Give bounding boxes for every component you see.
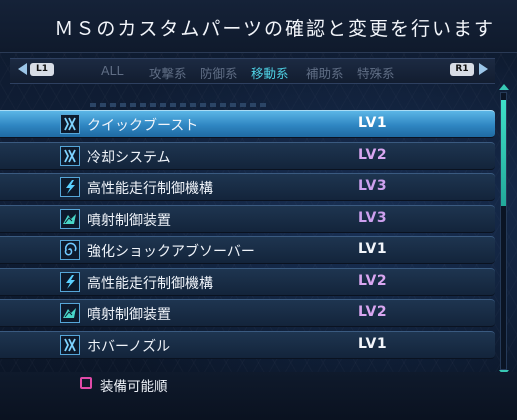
scroll-up-icon[interactable] (499, 84, 509, 90)
part-level: LV1 (358, 241, 388, 257)
lightning-icon (60, 271, 80, 292)
tab-attack[interactable]: 攻撃系 (149, 63, 187, 82)
part-name: 噴射制御装置 (87, 307, 171, 323)
scrollbar-thumb[interactable] (501, 100, 506, 206)
part-level: LV1 (358, 115, 388, 131)
wing-icon (60, 303, 80, 323)
part-level: LV2 (358, 304, 388, 320)
part-level: LV2 (358, 272, 388, 289)
wing-icon (60, 208, 80, 229)
part-name: 噴射制御装置 (87, 212, 171, 229)
part-name: 強化ショックアブソーバー (87, 244, 255, 260)
l1-button-icon[interactable]: L1 (30, 63, 54, 76)
thruster-icon (60, 334, 80, 355)
tab-support[interactable]: 補助系 (306, 63, 344, 82)
lightning-icon (60, 177, 80, 197)
square-button-icon[interactable] (80, 377, 92, 389)
part-level: LV3 (358, 209, 388, 226)
spiral-icon (60, 240, 80, 260)
tab-next-arrow-icon[interactable] (479, 63, 488, 75)
part-row[interactable]: 高性能走行制御機構 LV2 (0, 267, 495, 296)
part-row[interactable]: 強化ショックアブソーバー LV1 (0, 236, 495, 264)
part-row[interactable]: ホバーノズル LV1 (0, 330, 495, 359)
page-title: ＭＳのカスタムパーツの確認と変更を行います (54, 18, 495, 40)
tab-special[interactable]: 特殊系 (357, 63, 395, 82)
part-row[interactable]: 噴射制御装置 LV2 (0, 299, 495, 327)
part-name: ホバーノズル (87, 338, 171, 355)
part-row[interactable]: 高性能走行制御機構 LV3 (0, 173, 495, 201)
header-bar: ＭＳのカスタムパーツの確認と変更を行います (0, 0, 517, 53)
footer-bar (0, 372, 517, 420)
part-level: LV2 (358, 146, 388, 163)
r1-button-icon[interactable]: R1 (450, 63, 474, 76)
part-row[interactable]: 冷却システム LV2 (0, 141, 495, 170)
part-name: 冷却システム (87, 149, 171, 166)
part-name: クイックブースト (87, 118, 199, 134)
thruster-icon (60, 114, 80, 134)
tab-defense[interactable]: 防御系 (200, 63, 238, 82)
part-name: 高性能走行制御機構 (87, 275, 213, 292)
tab-prev-arrow-icon[interactable] (18, 63, 27, 75)
part-name: 高性能走行制御機構 (87, 181, 213, 197)
tab-movement[interactable]: 移動系 (251, 63, 289, 82)
part-level: LV1 (358, 335, 388, 352)
part-level: LV3 (358, 178, 388, 194)
part-row[interactable]: 噴射制御装置 LV3 (0, 204, 495, 233)
sort-label[interactable]: 装備可能順 (100, 375, 168, 395)
part-row[interactable]: クイックブースト LV1 (0, 110, 495, 138)
thruster-icon (60, 145, 80, 166)
tab-all[interactable]: ALL (101, 63, 123, 78)
divider (90, 103, 270, 107)
